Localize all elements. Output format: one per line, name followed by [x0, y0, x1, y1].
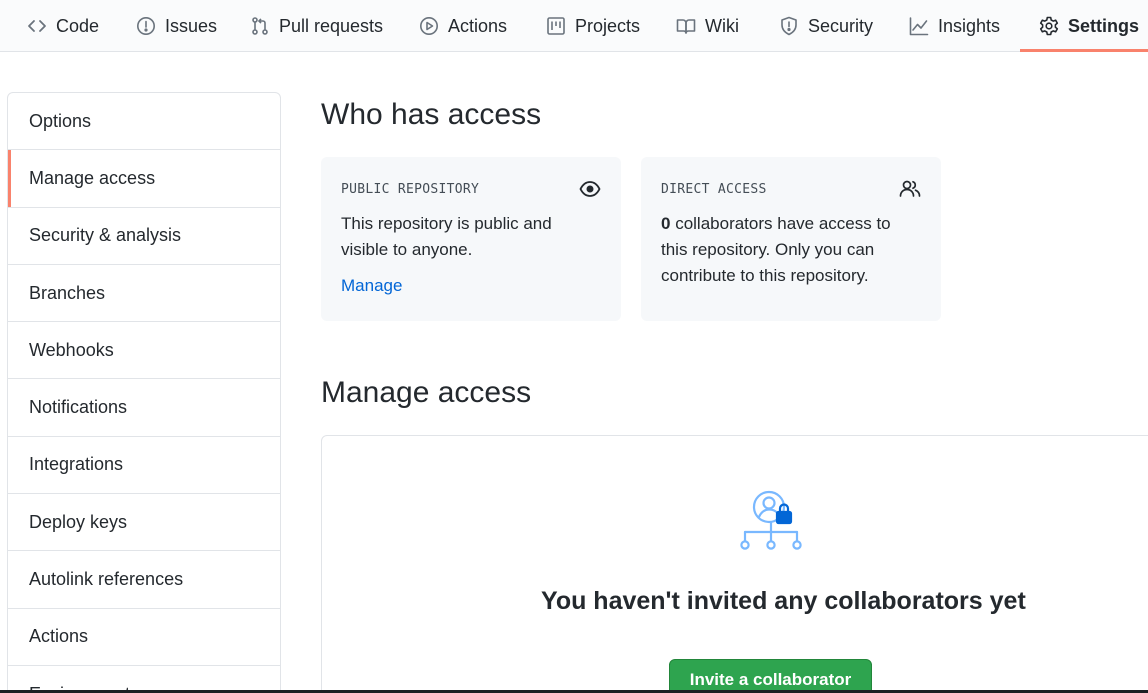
tab-projects[interactable]: Projects — [546, 0, 640, 52]
menu-item-label: Autolink references — [29, 569, 184, 590]
book-icon — [676, 19, 696, 34]
tab-security[interactable]: Security — [779, 0, 873, 52]
direct-access-description: collaborators have access to this reposi… — [661, 214, 891, 285]
tab-settings[interactable]: Settings — [1039, 0, 1139, 52]
collaborators-blankslate — [321, 435, 1148, 693]
menu-item-label: Actions — [29, 626, 89, 647]
menu-item-security-analysis[interactable]: Security & analysis — [8, 208, 280, 265]
tab-wiki[interactable]: Wiki — [676, 0, 739, 52]
menu-item-autolink-references[interactable]: Autolink references — [8, 551, 280, 609]
issue-icon — [137, 17, 155, 35]
tab-label: Pull requests — [279, 15, 384, 36]
invite-collaborator-button[interactable]: Invite a collaborator — [669, 659, 872, 693]
selected-tab-indicator — [1020, 49, 1148, 52]
menu-item-webhooks[interactable]: Webhooks — [8, 322, 280, 380]
tab-issues[interactable]: Issues — [136, 0, 217, 52]
tab-label: Issues — [165, 15, 218, 36]
blankslate-title: You haven't invited any collaborators ye… — [541, 587, 1026, 615]
menu-item-branches[interactable]: Branches — [8, 265, 280, 323]
menu-item-notifications[interactable]: Notifications — [8, 379, 280, 437]
direct-access-card: DIRECT ACCESS 0 collaborators have acces… — [641, 157, 941, 321]
tab-label: Settings — [1068, 15, 1140, 36]
menu-item-environments[interactable]: Environments — [8, 666, 280, 693]
tab-label: Actions — [448, 15, 508, 36]
tab-code[interactable]: Code — [27, 0, 99, 52]
menu-item-label: Deploy keys — [29, 511, 128, 532]
card-label: DIRECT ACCESS — [661, 181, 767, 197]
tab-label: Wiki — [705, 15, 739, 36]
menu-item-label: Webhooks — [29, 339, 114, 360]
menu-item-label: Manage access — [29, 167, 156, 188]
menu-item-actions[interactable]: Actions — [8, 609, 280, 666]
settings-menu: Options Manage access Security & analysi… — [7, 92, 281, 693]
menu-item-deploy-keys[interactable]: Deploy keys — [8, 494, 280, 552]
tab-label: Projects — [575, 15, 641, 36]
tab-insights[interactable]: Insights — [909, 0, 1000, 52]
manage-access-heading: Manage access — [321, 376, 532, 409]
menu-item-options[interactable]: Options — [8, 93, 280, 151]
direct-access-text: 0 collaborators have access to this repo… — [661, 211, 921, 289]
project-icon — [547, 17, 565, 35]
menu-item-integrations[interactable]: Integrations — [8, 437, 280, 495]
menu-item-label: Integrations — [29, 454, 124, 475]
code-icon — [28, 20, 46, 32]
menu-item-label: Branches — [29, 282, 106, 303]
tab-label: Insights — [938, 15, 1001, 36]
card-label: PUBLIC REPOSITORY — [341, 181, 480, 197]
public-repository-text: This repository is public and visible to… — [341, 214, 552, 259]
tab-label: Code — [56, 15, 100, 36]
menu-item-label: Security & analysis — [29, 225, 182, 246]
who-has-access-heading: Who has access — [321, 98, 542, 131]
menu-item-label: Options — [29, 110, 92, 131]
tab-actions[interactable]: Actions — [419, 0, 507, 52]
tab-pull-requests[interactable]: Pull requests — [250, 0, 383, 52]
pull-request-icon — [252, 17, 268, 35]
collaborator-lock-icon — [740, 490, 802, 550]
menu-item-label: Notifications — [29, 397, 128, 418]
tab-label: Security — [808, 15, 874, 36]
shield-icon — [781, 16, 797, 36]
gear-icon — [1039, 16, 1059, 36]
people-icon — [899, 180, 921, 197]
public-repository-card: PUBLIC REPOSITORY This repository is pub… — [321, 157, 621, 321]
graph-icon — [909, 17, 929, 36]
manage-link[interactable]: Manage — [341, 276, 402, 296]
repo-nav: Code Issues Pull requests Actions Projec… — [0, 0, 1148, 52]
menu-item-manage-access[interactable]: Manage access — [8, 150, 280, 208]
play-icon — [420, 17, 438, 35]
eye-icon — [579, 181, 601, 197]
